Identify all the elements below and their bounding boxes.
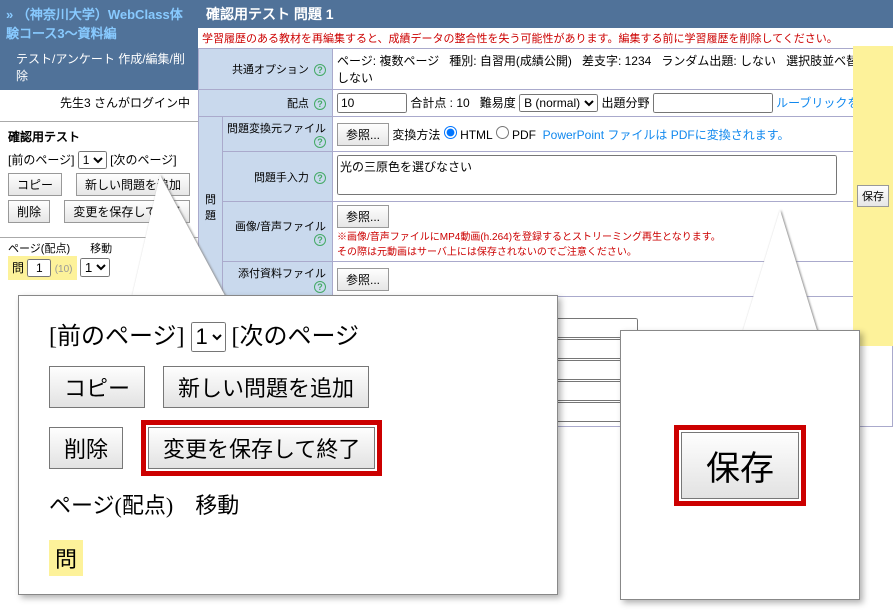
difficulty-select[interactable]: B (normal) (519, 94, 598, 112)
highlight-box: 変更を保存して終了 (141, 420, 382, 476)
login-status: 先生3 さんがログイン中 (0, 90, 198, 115)
score-input[interactable] (337, 93, 407, 113)
course-link[interactable]: » （神奈川大学）WebClass体験コース3～資料編 (6, 7, 183, 41)
html-radio[interactable] (444, 126, 457, 139)
copy-button-big[interactable]: コピー (49, 366, 145, 408)
help-icon[interactable]: ? (314, 281, 326, 293)
page-num-input[interactable] (27, 259, 51, 277)
prev-page-link[interactable]: [前のページ] (8, 153, 74, 167)
page-row: 問 (10) (8, 256, 77, 280)
convert-file-row: 参照... 変換方法 HTML PDF PowerPoint ファイルは PDF… (333, 117, 893, 152)
media-note2: その際は元動画はサーバ上には保存されないのでご注意ください。 (337, 247, 637, 258)
highlight-box: 保存 (674, 425, 806, 506)
help-icon[interactable]: ? (314, 172, 326, 184)
page-nav-row: [前のページ] 1 [次のページ] (8, 151, 190, 169)
pdf-radio-label[interactable]: PDF (496, 128, 536, 142)
media-file-label: 画像/音声ファイル ? (223, 202, 333, 262)
convert-file-label: 問題変換元ファイル ? (223, 117, 333, 152)
common-opts-row: ページ: 複数ページ 種別: 自習用(成績公開) 差支字: 1234 ランダム出… (333, 49, 893, 90)
score-row: 合計点 : 10 難易度 B (normal) 出題分野 ルーブリックを編集 (333, 90, 893, 117)
help-icon[interactable]: ? (314, 98, 326, 110)
score-label: 配点 ? (199, 90, 333, 117)
copy-button[interactable]: コピー (8, 173, 62, 196)
add-button-big[interactable]: 新しい問題を追加 (163, 366, 369, 408)
delete-button-big[interactable]: 削除 (49, 427, 123, 469)
help-icon[interactable]: ? (314, 136, 326, 148)
callout-tail (130, 175, 230, 305)
course-title: » （神奈川大学）WebClass体験コース3～資料編 (0, 0, 198, 46)
callout-left: [前のページ] 1 [次のページ コピー 新しい問題を追加 削除 変更を保存して… (18, 295, 558, 595)
common-opts-label: 共通オプション ? (199, 49, 333, 90)
save-button[interactable]: 保存 (857, 185, 889, 207)
page-select[interactable]: 1 (78, 151, 107, 169)
sub-nav: テスト/アンケート 作成/編集/削除 (0, 46, 198, 90)
main-title: 確認用テスト 問題 1 (198, 0, 893, 28)
save-exit-button-big[interactable]: 変更を保存して終了 (148, 427, 375, 469)
browse-button[interactable]: 参照... (337, 123, 389, 146)
ppt-note: PowerPoint ファイルは PDFに変換されます。 (543, 128, 790, 142)
html-radio-label[interactable]: HTML (444, 128, 493, 142)
delete-button[interactable]: 削除 (8, 200, 50, 223)
callout-tail (740, 210, 820, 340)
test-name: 確認用テスト (8, 128, 190, 145)
page-list-header-right: 移動 (90, 243, 112, 255)
attach-label: 添付資料ファイル ? (223, 262, 333, 297)
save-sidebar: 保存 (853, 46, 893, 346)
manual-input-label: 問題手入力 ? (223, 152, 333, 202)
next-page-big[interactable]: [次のページ (232, 324, 360, 350)
browse-media-button[interactable]: 参照... (337, 205, 389, 228)
help-icon[interactable]: ? (314, 64, 326, 76)
pdf-radio[interactable] (496, 126, 509, 139)
callout-right: 保存 (620, 330, 860, 600)
page-list-header-left: ページ(配点) (8, 243, 70, 255)
save-button-big[interactable]: 保存 (681, 432, 799, 499)
media-note1: ※画像/音声ファイルにMP4動画(h.264)を登録するとストリーミング再生とな… (337, 232, 721, 243)
field-input[interactable] (653, 93, 773, 113)
help-icon[interactable]: ? (314, 234, 326, 246)
page-select-big[interactable]: 1 (191, 322, 226, 352)
next-page-link[interactable]: [次のページ] (110, 153, 176, 167)
question-textarea[interactable]: 光の三原色を選びなさい (337, 155, 837, 195)
prev-page-big[interactable]: [前のページ] (49, 324, 185, 350)
move-select[interactable]: 1 (80, 258, 110, 277)
browse-attach-button[interactable]: 参照... (337, 268, 389, 291)
warning-text: 学習履歴のある教材を再編集すると、成績データの整合性を失う可能性があります。編集… (198, 28, 893, 48)
